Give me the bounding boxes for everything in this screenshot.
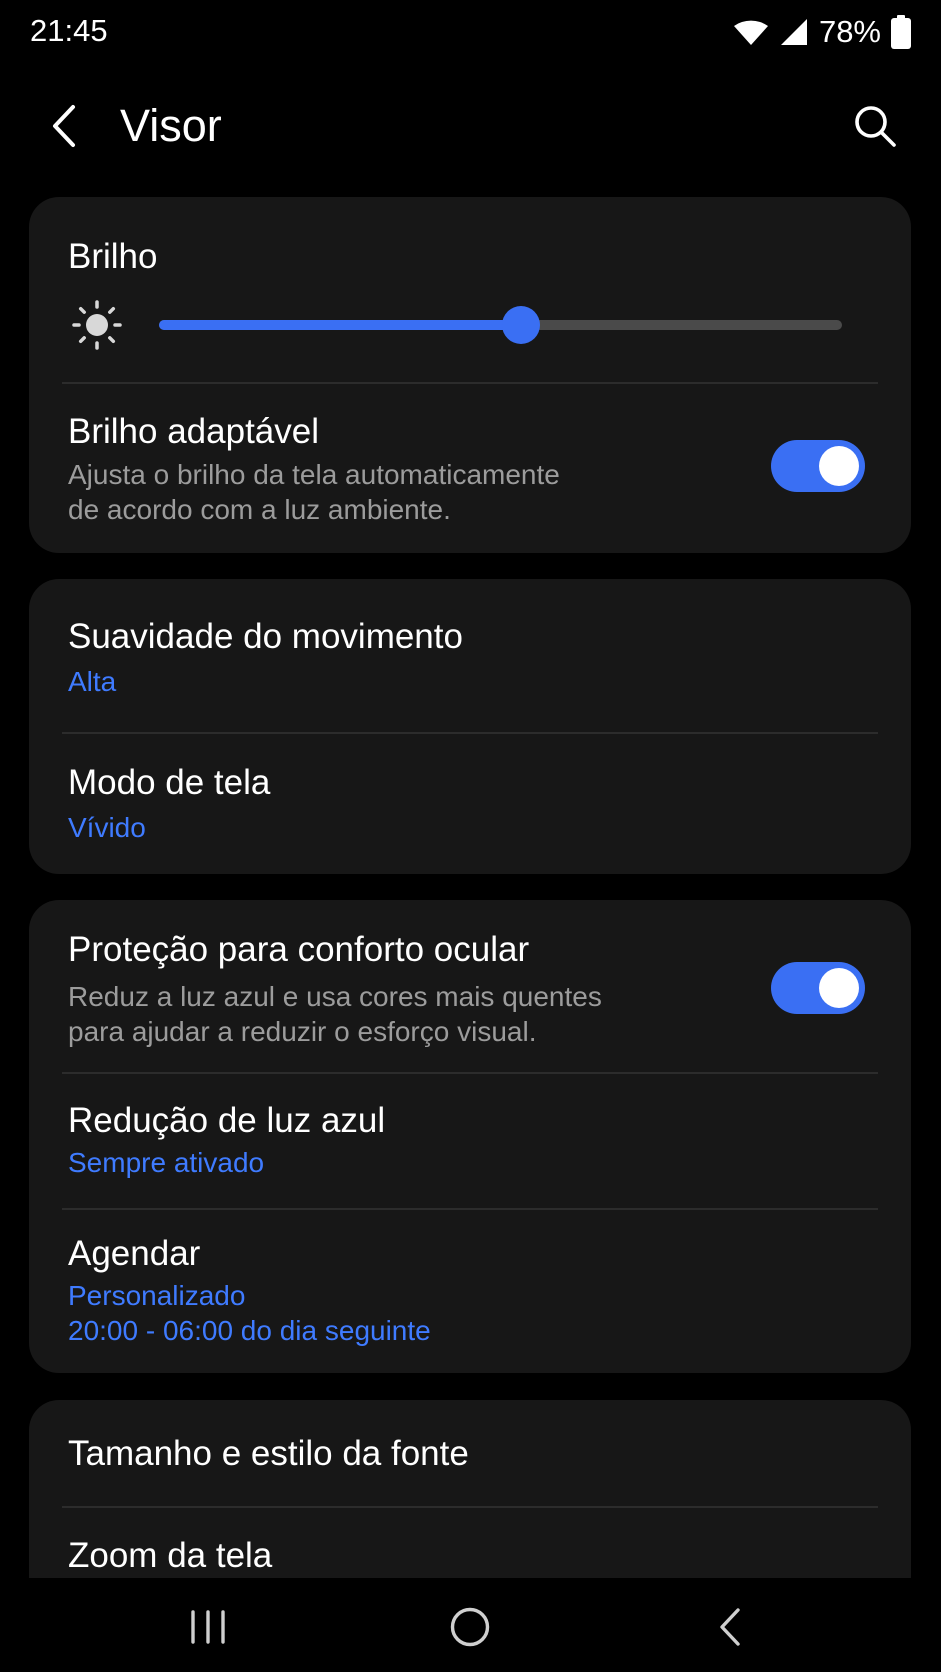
home-icon bbox=[450, 1607, 490, 1647]
status-time: 21:45 bbox=[30, 13, 108, 48]
eye-comfort-row[interactable]: Proteção para conforto ocular Reduz a lu… bbox=[29, 900, 911, 1072]
recent-apps-button[interactable] bbox=[168, 1592, 248, 1662]
signal-icon bbox=[780, 19, 807, 45]
status-icons: 78% bbox=[733, 12, 911, 52]
font-size-style-row[interactable]: Tamanho e estilo da fonte bbox=[29, 1400, 911, 1506]
navigation-bar bbox=[0, 1578, 941, 1672]
motion-smoothness-row[interactable]: Suavidade do movimento Alta bbox=[29, 579, 911, 732]
schedule-value-line2: 20:00 - 06:00 do dia seguinte bbox=[68, 1315, 431, 1346]
screen-mode-title: Modo de tela bbox=[68, 763, 271, 802]
toggle-knob bbox=[819, 446, 859, 486]
motion-smoothness-value: Alta bbox=[68, 666, 117, 697]
nav-back-button[interactable] bbox=[690, 1592, 770, 1662]
status-bar: 21:45 78% bbox=[0, 0, 941, 64]
screen-mode-value: Vívido bbox=[68, 812, 146, 843]
toggle-knob bbox=[819, 968, 859, 1008]
back-icon bbox=[720, 1608, 740, 1646]
search-button[interactable] bbox=[847, 98, 903, 154]
blue-light-reduction-row[interactable]: Redução de luz azul Sempre ativado bbox=[29, 1074, 911, 1208]
adaptive-brightness-description-line2: de acordo com a luz ambiente. bbox=[68, 494, 451, 525]
app-bar: Visor bbox=[0, 64, 941, 188]
schedule-value-line1: Personalizado bbox=[68, 1280, 246, 1311]
brightness-slider-thumb[interactable] bbox=[502, 306, 540, 344]
back-button[interactable] bbox=[36, 98, 92, 154]
screen-mode-row[interactable]: Modo de tela Vívido bbox=[29, 734, 911, 874]
schedule-row[interactable]: Agendar Personalizado 20:00 - 06:00 do d… bbox=[29, 1210, 911, 1373]
search-icon bbox=[855, 106, 896, 147]
eye-comfort-card: Proteção para conforto ocular Reduz a lu… bbox=[29, 900, 911, 1373]
schedule-title: Agendar bbox=[68, 1234, 201, 1273]
recent-apps-icon bbox=[191, 1610, 225, 1644]
motion-smoothness-title: Suavidade do movimento bbox=[68, 617, 463, 656]
home-button[interactable] bbox=[430, 1592, 510, 1662]
eye-comfort-title: Proteção para conforto ocular bbox=[68, 930, 530, 969]
wifi-icon bbox=[733, 20, 768, 45]
adaptive-brightness-description-line1: Ajusta o brilho da tela automaticamente bbox=[68, 459, 560, 490]
battery-percent: 78% bbox=[818, 14, 881, 49]
eye-comfort-description-line1: Reduz a luz azul e usa cores mais quente… bbox=[68, 981, 602, 1012]
brightness-slider-fill bbox=[159, 320, 521, 330]
screen-zoom-title: Zoom da tela bbox=[68, 1536, 273, 1575]
display-mode-card: Suavidade do movimento Alta Modo de tela… bbox=[29, 579, 911, 874]
eye-comfort-description-line2: para ajudar a reduzir o esforço visual. bbox=[68, 1016, 537, 1047]
brightness-card: Brilho Brilho adaptável Ajusta o brilho … bbox=[29, 197, 911, 553]
brightness-section: Brilho bbox=[29, 197, 911, 383]
sun-icon bbox=[72, 300, 122, 350]
adaptive-brightness-row[interactable]: Brilho adaptável Ajusta o brilho da tela… bbox=[29, 384, 911, 553]
brightness-slider[interactable] bbox=[159, 306, 842, 344]
eye-comfort-toggle[interactable] bbox=[771, 962, 865, 1014]
adaptive-brightness-toggle[interactable] bbox=[771, 440, 865, 492]
brightness-title: Brilho bbox=[68, 237, 158, 276]
blue-light-reduction-title: Redução de luz azul bbox=[68, 1101, 386, 1140]
back-arrow-icon bbox=[53, 105, 75, 147]
battery-icon bbox=[891, 15, 911, 49]
font-size-style-title: Tamanho e estilo da fonte bbox=[68, 1434, 469, 1473]
page-title: Visor bbox=[120, 100, 222, 151]
adaptive-brightness-title: Brilho adaptável bbox=[68, 412, 319, 451]
blue-light-reduction-value: Sempre ativado bbox=[68, 1147, 265, 1178]
